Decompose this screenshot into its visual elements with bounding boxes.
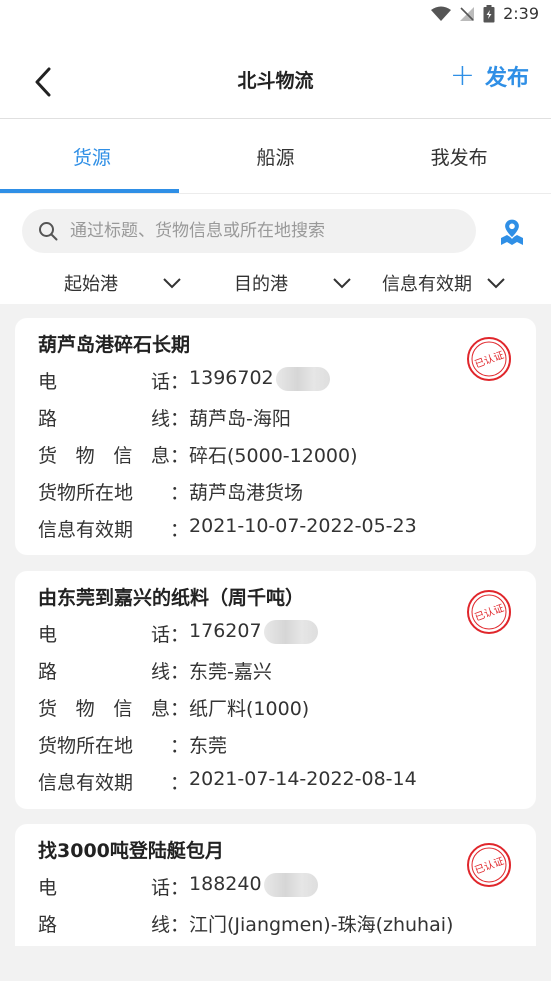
validity-label: 信息有效期 [38,772,134,794]
phone-value[interactable]: 1396702 [189,367,274,394]
validity-label: 信息有效期 [38,519,134,541]
route-label: 路线 [38,914,170,936]
status-icons: 2:39 [431,4,539,23]
route-value: 东莞-嘉兴 [189,661,272,683]
chevron-down-icon [333,278,351,289]
phone-row: 电话 ： 1396702 [38,367,330,394]
phone-label: 电话 [38,371,170,393]
tab-ship-source[interactable]: 船源 [184,119,368,193]
plus-icon: + [449,58,475,93]
map-pin-icon [501,218,523,245]
publish-button[interactable]: + 发布 [450,60,529,92]
location-value: 东莞 [189,735,228,757]
validity-row: 信息有效期 ： 2021-07-14-2022-08-14 [38,768,417,794]
cargo-info-row: 货物信息 ： 碎石(5000-12000) [38,441,358,468]
validity-value: 2021-10-07-2022-05-23 [189,515,417,537]
location-value: 葫芦岛港货场 [189,482,304,504]
location-label: 货物所在地 [38,735,134,757]
battery-icon [483,4,495,22]
filter-label: 信息有效期 [382,274,472,295]
cargo-info-label: 货物信息 [38,445,170,467]
search-icon [39,222,58,241]
masked-digits [263,873,318,897]
cargo-card[interactable]: 葫芦岛港碎石长期 已认证 电话 ： 1396702 路线 ： 葫芦岛-海阳 货物… [15,318,536,555]
card-title: 找3000吨登陆艇包月 [38,840,224,862]
tab-bar: 货源 船源 我发布 [0,119,551,193]
route-value: 江门(Jiangmen)-珠海(zhuhai) [189,914,454,936]
stamp-text: 已认证 [473,348,506,370]
stamp-text: 已认证 [473,601,506,623]
search-input[interactable] [70,221,450,241]
filter-row: 起始港 目的港 信息有效期 [0,260,551,304]
phone-value[interactable]: 188240 [189,873,262,900]
phone-row: 电话 ： 188240 [38,873,318,900]
route-row: 路线 ： 葫芦岛-海阳 [38,404,291,431]
tab-label: 我发布 [430,146,488,169]
route-value: 葫芦岛-海阳 [189,408,291,430]
location-row: 货物所在地 ： 东莞 [38,731,227,758]
route-label: 路线 [38,661,170,683]
filter-validity[interactable]: 信息有效期 [382,270,506,296]
filter-label: 目的港 [234,274,288,295]
filter-start-port[interactable]: 起始港 [64,270,182,296]
verified-stamp: 已认证 [467,590,511,634]
phone-row: 电话 ： 176207 [38,620,318,647]
phone-value[interactable]: 176207 [189,620,262,647]
route-label: 路线 [38,408,170,430]
location-label: 货物所在地 [38,482,134,504]
search-row [0,194,551,260]
validity-value: 2021-07-14-2022-08-14 [189,768,417,790]
cargo-info-value: 碎石(5000-12000) [189,445,358,467]
masked-digits [275,367,330,391]
wifi-icon [431,6,452,21]
route-row: 路线 ： 东莞-嘉兴 [38,657,272,684]
tab-cargo-source[interactable]: 货源 [0,119,184,193]
card-title: 由东莞到嘉兴的纸料（周千吨） [38,587,305,609]
filter-dest-port[interactable]: 目的港 [234,270,352,296]
search-box[interactable] [22,209,476,253]
chevron-down-icon [487,278,505,289]
no-signal-icon [460,6,475,21]
tab-label: 货源 [72,146,111,169]
verified-stamp: 已认证 [467,337,511,381]
card-title: 葫芦岛港碎石长期 [38,334,191,356]
cargo-card[interactable]: 找3000吨登陆艇包月 已认证 电话 ： 188240 路线 ： 江门(Jian… [15,824,536,946]
masked-digits [263,620,318,644]
validity-row: 信息有效期 ： 2021-10-07-2022-05-23 [38,515,417,541]
map-location-button[interactable] [499,218,525,246]
filter-label: 起始港 [64,274,118,295]
chevron-down-icon [163,278,181,289]
phone-label: 电话 [38,624,170,646]
cargo-info-value: 纸厂料(1000) [189,698,310,720]
tab-label: 船源 [256,146,295,169]
status-time: 2:39 [503,4,539,23]
publish-label: 发布 [484,66,529,91]
route-row: 路线 ： 江门(Jiangmen)-珠海(zhuhai) [38,910,453,937]
phone-label: 电话 [38,877,170,899]
status-bar: 2:39 [0,0,551,30]
cargo-info-label: 货物信息 [38,698,170,720]
tab-my-posts[interactable]: 我发布 [367,119,551,193]
location-row: 货物所在地 ： 葫芦岛港货场 [38,478,303,505]
cargo-info-row: 货物信息 ： 纸厂料(1000) [38,694,309,721]
verified-stamp: 已认证 [467,843,511,887]
top-app-bar: 北斗物流 + 发布 [0,30,551,120]
stamp-text: 已认证 [473,854,506,876]
cargo-card[interactable]: 由东莞到嘉兴的纸料（周千吨） 已认证 电话 ： 176207 路线 ： 东莞-嘉… [15,571,536,809]
